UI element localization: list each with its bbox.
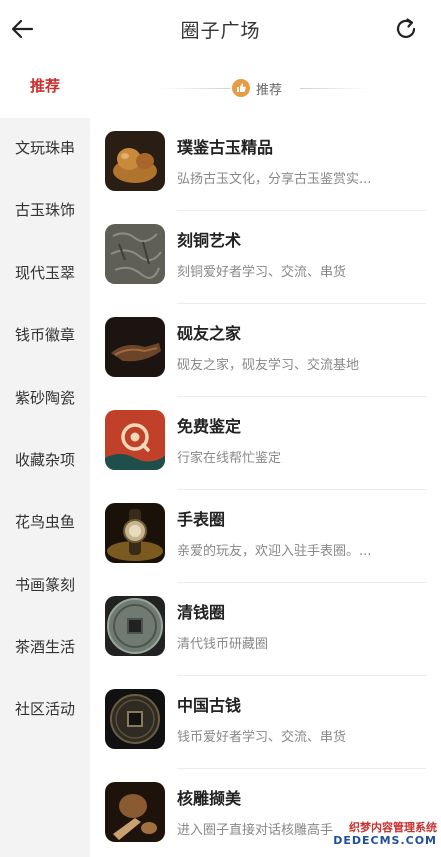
circle-avatar [105,317,165,377]
top-bar: 圈子广场 [0,0,441,60]
circle-avatar [105,410,165,470]
circle-avatar [105,131,165,191]
watermark-line-cn: 织梦内容管理系统 [349,821,437,834]
circle-name: 手表圈 [177,510,226,529]
sidebar-item-modern-jade[interactable]: 现代玉翠 [0,253,90,293]
circle-item-qing-coins[interactable]: 清钱圈 清代钱币研藏圈 [90,583,441,676]
divider-right [300,88,370,89]
circle-avatar [105,596,165,656]
section-label: 推荐 [256,83,283,98]
circle-description: 刻铜爱好者学习、交流、串货 [177,265,347,280]
circle-description: 行家在线帮忙鉴定 [177,451,282,466]
circle-avatar [105,782,165,842]
circle-item-watches[interactable]: 手表圈 亲爱的玩友，欢迎入驻手表圈。... [90,490,441,583]
circle-description: 清代钱币研藏圈 [177,637,269,652]
sidebar-item-ancient-jade[interactable]: 古玉珠饰 [0,190,90,230]
sidebar-item-tea-wine[interactable]: 茶酒生活 [0,627,90,667]
circle-name: 清钱圈 [177,603,226,622]
circle-item-inkstone-friends[interactable]: 砚友之家 砚友之家，砚友学习、交流基地 [90,304,441,397]
circle-list-panel: 推荐 璞鉴古玉精品 弘扬古玉文化，分享古玉鉴赏实... 刻铜艺术 刻铜爱好者学习… [90,60,441,857]
circle-name: 璞鉴古玉精品 [177,138,274,157]
sidebar-item-coins-badges[interactable]: 钱币徽章 [0,315,90,355]
sidebar-item-flowers-birds[interactable]: 花鸟虫鱼 [0,502,90,542]
sidebar-item-wenwan-beads[interactable]: 文玩珠串 [0,128,90,168]
divider-left [160,88,230,89]
circle-description: 弘扬古玉文化，分享古玉鉴赏实... [177,172,372,187]
category-sidebar: 推荐 文玩珠串 古玉珠饰 现代玉翠 钱币徽章 紫砂陶瓷 收藏杂项 花鸟虫鱼 书画… [0,60,90,857]
circle-name: 刻铜艺术 [177,231,242,250]
circle-description: 亲爱的玩友，欢迎入驻手表圈。... [177,544,372,559]
circle-avatar [105,224,165,284]
sidebar-item-calligraphy[interactable]: 书画篆刻 [0,565,90,605]
circle-name: 砚友之家 [177,324,242,343]
circle-item-engraved-copper[interactable]: 刻铜艺术 刻铜爱好者学习、交流、串货 [90,211,441,304]
circle-name: 核雕撷美 [177,789,242,808]
circle-name: 中国古钱 [177,696,242,715]
sidebar-item-community[interactable]: 社区活动 [0,689,90,729]
circle-item-free-appraisal[interactable]: 免费鉴定 行家在线帮忙鉴定 [90,397,441,490]
site-watermark: 织梦内容管理系统 DEDECMS.COM [333,819,437,849]
refresh-icon[interactable] [393,16,419,42]
sidebar-item-misc-collection[interactable]: 收藏杂项 [0,440,90,480]
circle-name: 免费鉴定 [177,417,242,436]
circle-item-ancient-coins[interactable]: 中国古钱 钱币爱好者学习、交流、串货 [90,676,441,769]
circle-avatar [105,503,165,563]
thumbs-up-icon [232,79,250,97]
circle-description: 砚友之家，砚友学习、交流基地 [177,358,360,373]
watermark-line-en: DEDECMS.COM [333,834,437,847]
sidebar-item-zisha-ceramics[interactable]: 紫砂陶瓷 [0,378,90,418]
circle-avatar [105,689,165,749]
section-header: 推荐 [90,76,441,100]
sidebar-item-recommend[interactable]: 推荐 [0,66,90,106]
page-title: 圈子广场 [180,20,261,42]
circle-item-pujian-jade[interactable]: 璞鉴古玉精品 弘扬古玉文化，分享古玉鉴赏实... [90,118,441,211]
circle-description: 钱币爱好者学习、交流、串货 [177,730,347,745]
